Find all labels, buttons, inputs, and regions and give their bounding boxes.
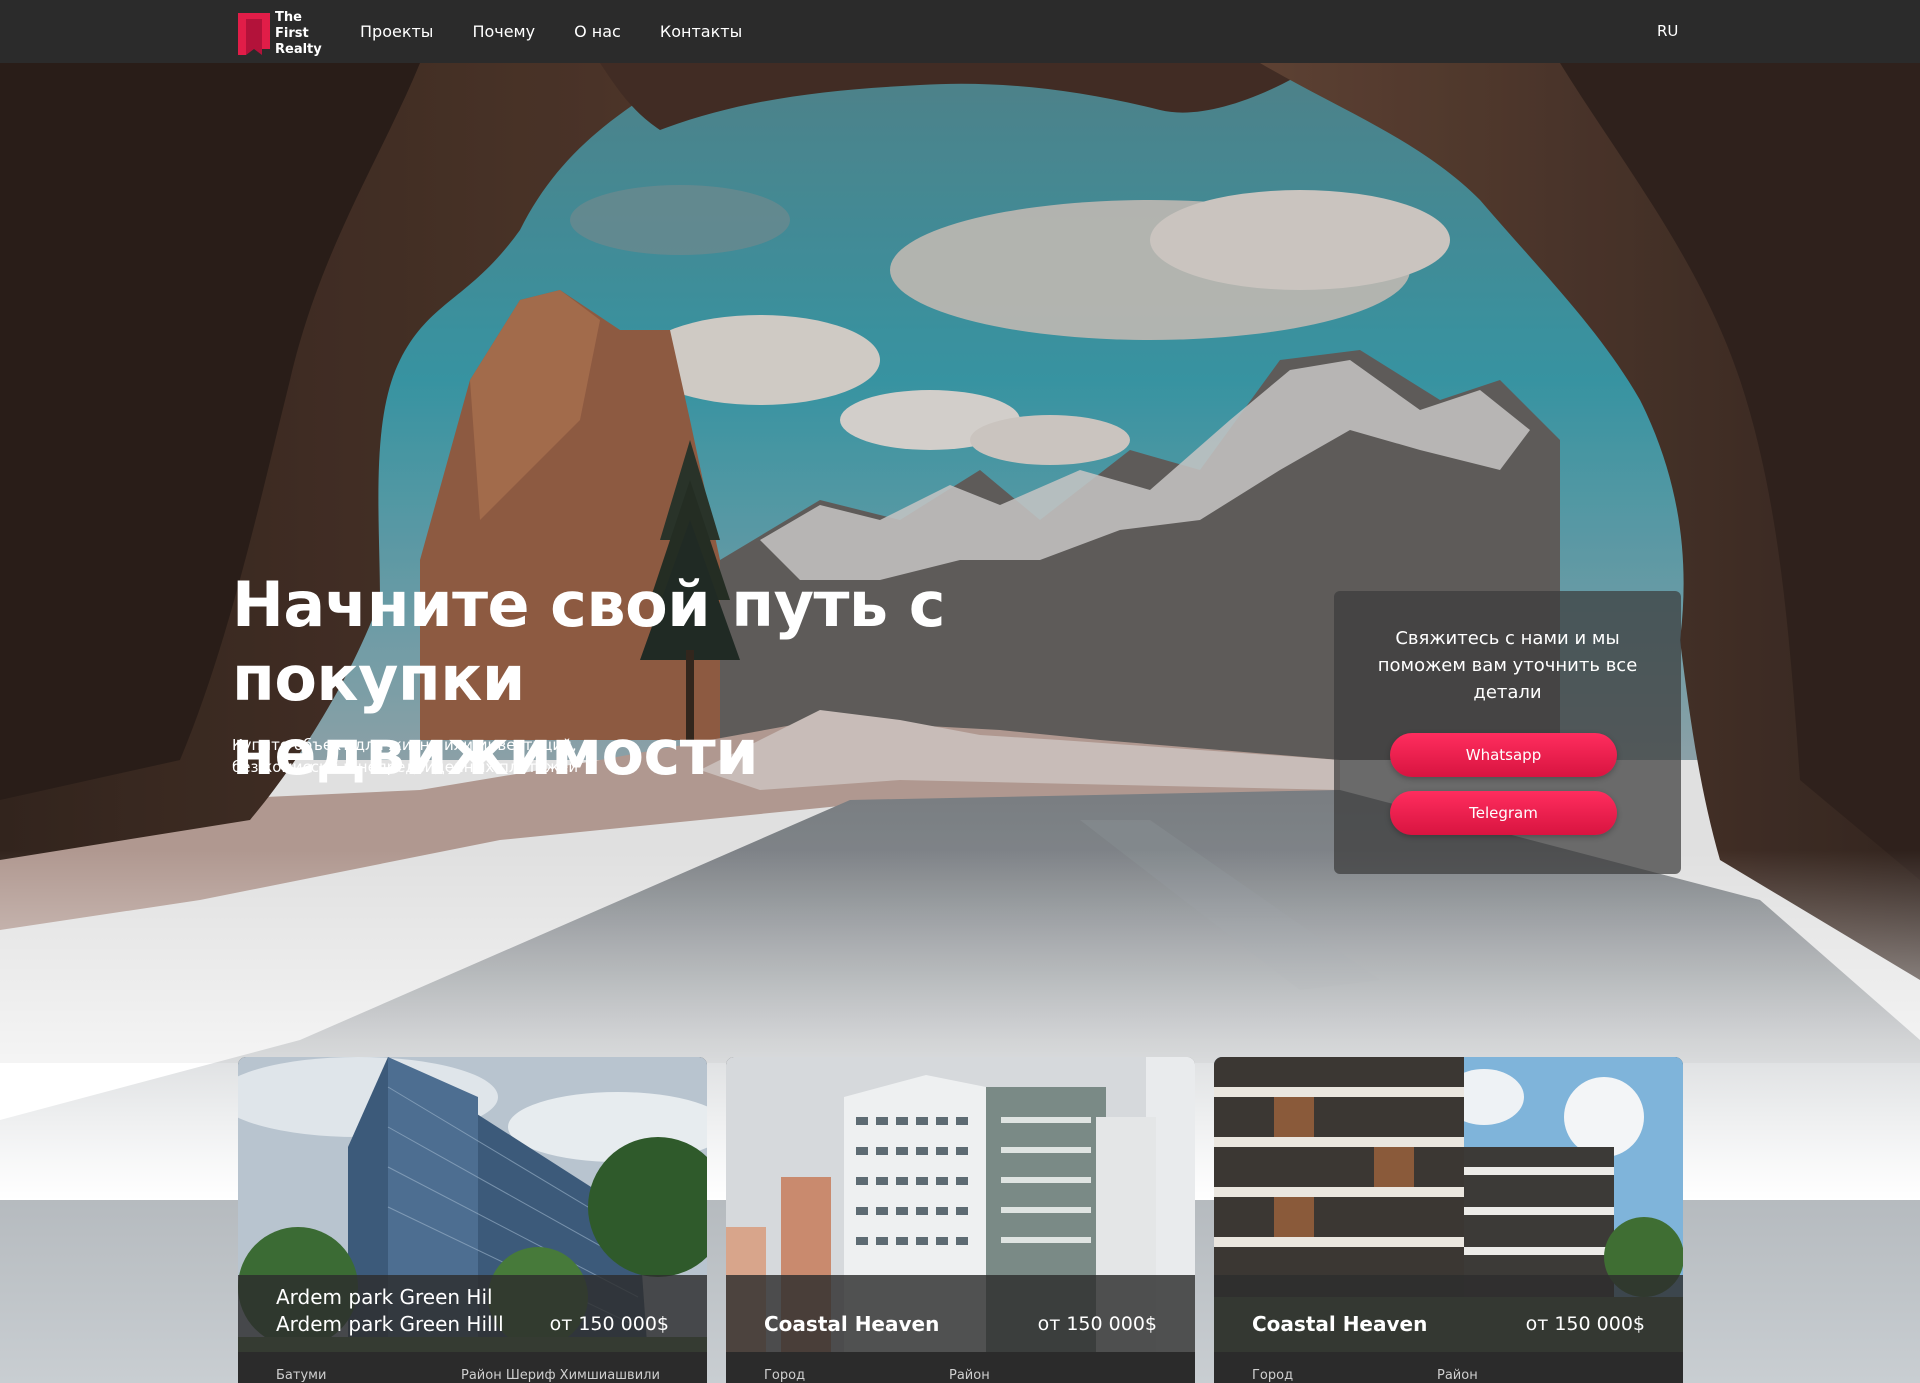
brand-name-line1: The First bbox=[275, 10, 309, 41]
hero-subtitle-line1: Купите объект для жизни или инвестиций, bbox=[232, 736, 577, 754]
telegram-button[interactable]: Telegram bbox=[1390, 791, 1617, 835]
contact-text: Свяжитесь с нами и мы поможем вам уточни… bbox=[1377, 628, 1638, 703]
hero-title-line1: Начните свой путь с bbox=[232, 568, 945, 641]
project-district: Район bbox=[1437, 1368, 1478, 1383]
nav-item-about[interactable]: О нас bbox=[574, 22, 621, 41]
nav-item-why[interactable]: Почему bbox=[472, 22, 535, 41]
project-price: от 150 000$ bbox=[549, 1313, 669, 1335]
main-nav: Проекты Почему О нас Контакты bbox=[360, 0, 781, 63]
project-title: Ardem park Green Hilll bbox=[276, 1312, 504, 1336]
hero-subtitle: Купите объект для жизни или инвестиций, … bbox=[232, 734, 652, 778]
project-card[interactable]: Coastal Heaven от 150 000$ Город Район bbox=[726, 1057, 1195, 1383]
project-city: Город bbox=[1252, 1368, 1294, 1383]
project-title-line1: Ardem park Green Hil bbox=[276, 1285, 493, 1309]
project-city: Город bbox=[764, 1368, 806, 1383]
project-title: Coastal Heaven bbox=[1252, 1312, 1428, 1336]
logo-mark-icon bbox=[238, 13, 270, 55]
project-city: Батуми bbox=[276, 1368, 327, 1383]
project-district: Район Шериф Химшиашвили bbox=[461, 1368, 660, 1383]
whatsapp-button[interactable]: Whatsapp bbox=[1390, 733, 1617, 777]
project-card[interactable]: Ardem park Green Hil Ardem park Green Hi… bbox=[238, 1057, 707, 1383]
hero-subtitle-line2: без комиссий и непредвиденных платежей bbox=[232, 758, 579, 776]
brand-name: The First Realty bbox=[275, 10, 337, 58]
brand-logo[interactable]: The First Realty bbox=[238, 10, 337, 58]
project-title: Coastal Heaven bbox=[764, 1312, 940, 1336]
project-card[interactable]: Coastal Heaven от 150 000$ Город Район bbox=[1214, 1057, 1683, 1383]
contact-panel: Свяжитесь с нами и мы поможем вам уточни… bbox=[1334, 591, 1681, 874]
nav-item-projects[interactable]: Проекты bbox=[360, 22, 433, 41]
project-district: Район bbox=[949, 1368, 990, 1383]
language-switcher[interactable]: RU bbox=[1657, 22, 1678, 40]
brand-name-line2: Realty bbox=[275, 42, 322, 57]
project-price: от 150 000$ bbox=[1037, 1313, 1157, 1335]
nav-item-contacts[interactable]: Контакты bbox=[660, 22, 742, 41]
project-price: от 150 000$ bbox=[1525, 1313, 1645, 1335]
top-navbar: The First Realty Проекты Почему О нас Ко… bbox=[0, 0, 1920, 63]
